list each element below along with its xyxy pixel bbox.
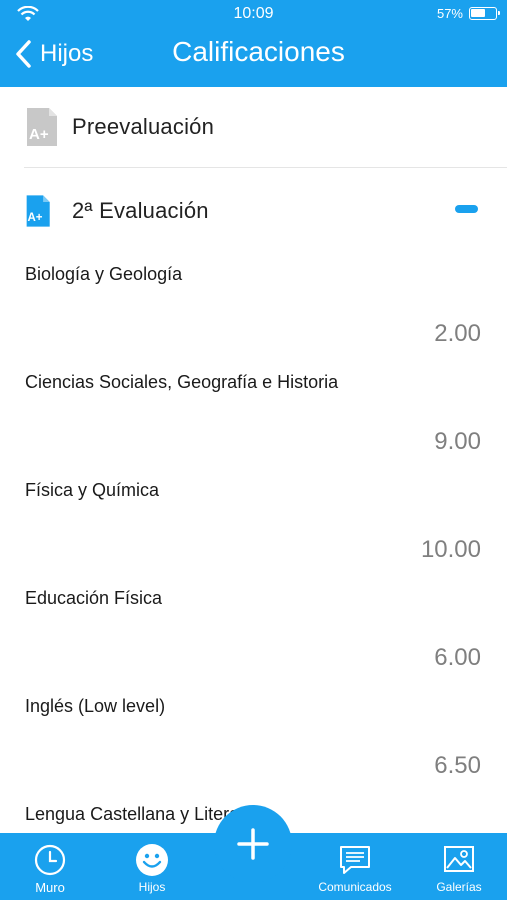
tab-hijos[interactable]: Hijos xyxy=(130,833,174,900)
tab-muro[interactable]: Muro xyxy=(28,833,72,900)
subject-grade: 10.00 xyxy=(420,536,481,563)
subject-name: Biología y Geología xyxy=(25,264,183,284)
document-grade-icon: A+ xyxy=(27,108,57,146)
tab-comunicados[interactable]: Comunicados xyxy=(312,833,398,900)
section-preevaluacion[interactable]: A+ Preevaluación xyxy=(0,105,507,149)
status-time: 10:09 xyxy=(233,5,274,22)
subject-name: Ciencias Sociales, Geografía e Historia xyxy=(25,372,339,392)
subject-grade: 9.00 xyxy=(434,428,481,455)
tab-muro-label: Muro xyxy=(35,880,65,895)
section-label-2-evaluacion: 2ª Evaluación xyxy=(72,198,209,223)
section-label-preevaluacion: Preevaluación xyxy=(72,114,215,139)
page-title: Calificaciones xyxy=(172,36,345,67)
chat-bubble-icon xyxy=(340,846,370,874)
battery-percent: 57% xyxy=(436,6,463,21)
plus-icon xyxy=(237,828,269,860)
section-2-evaluacion[interactable]: A+ 2ª Evaluación xyxy=(0,189,507,233)
grades-content: A+ Preevaluación A+ 2ª Evaluación Biolog… xyxy=(0,87,507,833)
tab-galerias[interactable]: Galerías xyxy=(430,833,488,900)
subject-grade: 2.00 xyxy=(434,320,481,347)
status-bar: 10:09 57% xyxy=(0,0,507,28)
svg-text:A+: A+ xyxy=(27,212,42,224)
collapse-minus-icon[interactable] xyxy=(455,205,478,213)
svg-text:A+: A+ xyxy=(29,126,49,143)
subject-name: Física y Química xyxy=(25,480,160,500)
document-grade-icon: A+ xyxy=(26,195,50,227)
section-divider xyxy=(24,167,507,168)
nav-header: 10:09 57% Hijos Calificaciones xyxy=(0,0,507,87)
subject-name: Educación Física xyxy=(25,588,163,608)
tab-comunicados-label: Comunicados xyxy=(318,880,392,894)
subject-name: Inglés (Low level) xyxy=(25,696,166,716)
tab-hijos-label: Hijos xyxy=(138,880,166,894)
battery-icon xyxy=(469,7,500,20)
subject-grade: 6.00 xyxy=(434,644,481,671)
add-button[interactable] xyxy=(214,805,292,883)
clock-icon xyxy=(34,844,66,876)
smiley-icon xyxy=(136,844,168,876)
tab-galerias-label: Galerías xyxy=(436,880,482,894)
image-gallery-icon xyxy=(444,846,474,872)
subject-grade: 6.50 xyxy=(434,752,481,779)
